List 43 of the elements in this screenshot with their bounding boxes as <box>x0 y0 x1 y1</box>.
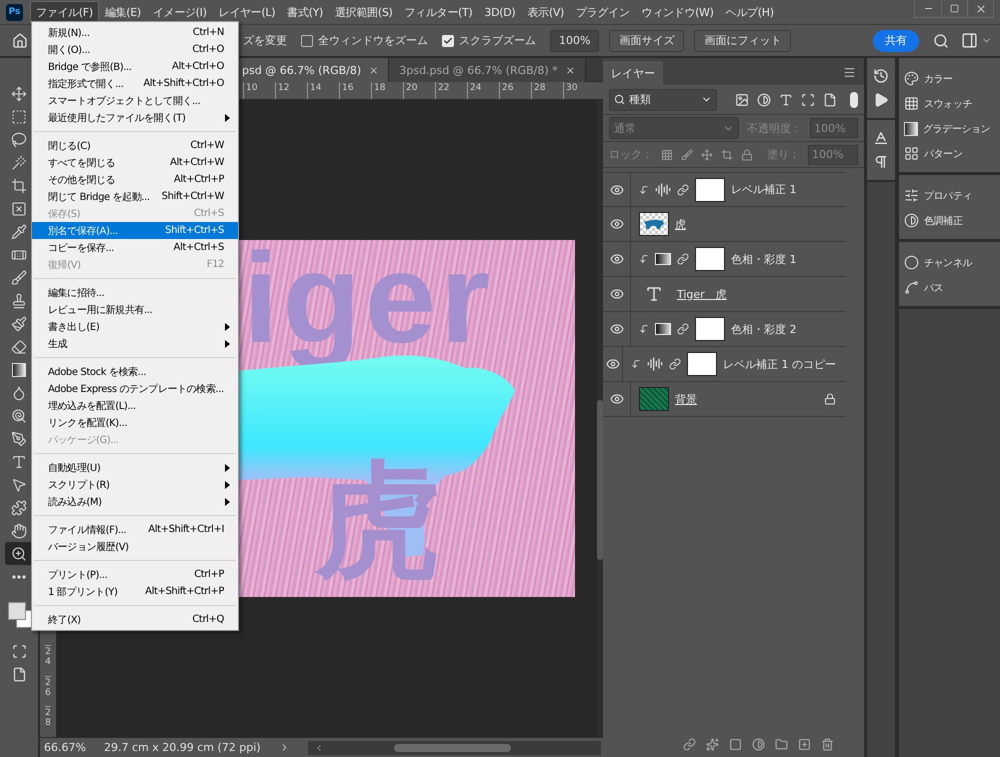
keyboard-shortcut: Ctrl+S <box>192 208 224 219</box>
keyboard-shortcut: Ctrl+O <box>191 44 224 55</box>
layer-name: 色相・彩度 2 <box>731 322 796 336</box>
ruler-label: 22 <box>435 82 467 99</box>
keyboard-shortcut: Alt+Ctrl+O <box>171 61 224 72</box>
keyboard-shortcut: Alt+Ctrl+S <box>172 242 224 253</box>
keyboard-shortcut: Ctrl+P <box>193 569 224 580</box>
layer-name: レベル補正 1 のコピー <box>723 356 836 372</box>
ruler-label: 24 <box>45 645 51 676</box>
canvas-text: iger <box>243 240 494 366</box>
option-label: ズを変更 <box>243 33 287 48</box>
checkbox-label: スクラブズーム <box>459 33 536 48</box>
keyboard-shortcut: Ctrl+N <box>192 27 224 38</box>
keyboard-shortcut: Shift+Ctrl+S <box>164 225 224 236</box>
zoom-level: 66.67% <box>44 741 86 754</box>
keyboard-shortcut: Alt+Shift+Ctrl+P <box>144 586 224 597</box>
layer-name: 背景 <box>675 392 697 406</box>
layer-name: 虎 <box>675 216 686 232</box>
ruler-label: 26 <box>499 82 531 99</box>
ruler-label: 18 <box>371 82 403 99</box>
ruler-label: 28 <box>531 82 563 99</box>
document-size: 29.7 cm x 20.99 cm (72 ppi) <box>104 741 261 754</box>
ruler-label: 24 <box>467 82 499 99</box>
layer-name: 色相・彩度 1 <box>731 252 796 266</box>
layer-name: レベル補正 1 <box>731 182 796 197</box>
keyboard-shortcut: Ctrl+Q <box>191 614 224 625</box>
ruler-label: 20 <box>403 82 435 99</box>
keyboard-shortcut: Alt+Ctrl+P <box>172 174 224 185</box>
keyboard-shortcut: F12 <box>206 259 224 270</box>
ruler-label: 30 <box>563 82 595 99</box>
ruler-label: 10 <box>243 82 275 99</box>
app-logo: Ps <box>6 4 23 20</box>
keyboard-shortcut: Shift+Ctrl+W <box>160 191 224 202</box>
keyboard-shortcut: Ctrl+W <box>189 140 224 151</box>
layer-name: Tiger 虎 <box>677 286 727 302</box>
ruler-label: 16 <box>339 82 371 99</box>
ruler-label: 14 <box>307 82 339 99</box>
keyboard-shortcut: Alt+Shift+Ctrl+O <box>142 78 224 89</box>
ruler-label: 26 <box>45 676 51 706</box>
keyboard-shortcut: Alt+Ctrl+W <box>169 157 224 168</box>
keyboard-shortcut: Alt+Shift+Ctrl+I <box>147 524 224 535</box>
ruler-label: 12 <box>275 82 307 99</box>
checkbox-label: 全ウィンドウをズーム <box>318 33 428 48</box>
